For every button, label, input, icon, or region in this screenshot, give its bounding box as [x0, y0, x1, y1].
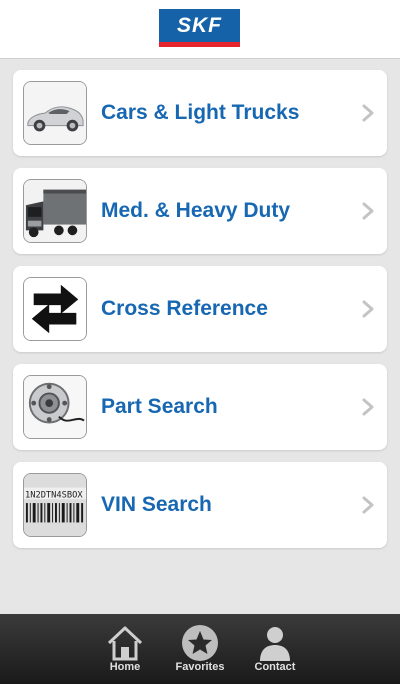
tab-label: Contact — [254, 661, 296, 673]
main-menu: Cars & Light Trucks Med. & Heavy Duty Cr… — [13, 70, 387, 560]
truck-icon — [23, 179, 87, 243]
chevron-right-icon — [362, 202, 374, 220]
menu-item-cars-light-trucks[interactable]: Cars & Light Trucks — [13, 70, 387, 156]
logo-text: SKF — [177, 14, 222, 37]
tab-favorites[interactable]: Favorites — [160, 614, 240, 684]
menu-item-med-heavy-duty[interactable]: Med. & Heavy Duty — [13, 168, 387, 254]
person-icon — [260, 627, 290, 661]
vin-text: 1N2DTN4SBOX — [25, 490, 83, 500]
menu-item-label: VIN Search — [101, 493, 212, 516]
chevron-right-icon — [362, 300, 374, 318]
home-icon — [107, 626, 143, 661]
tab-label: Home — [109, 661, 141, 673]
bottom-tab-bar: Home Favorites Contact — [0, 614, 400, 684]
menu-item-cross-reference[interactable]: Cross Reference — [13, 266, 387, 352]
chevron-right-icon — [362, 104, 374, 122]
chevron-right-icon — [362, 496, 374, 514]
chevron-right-icon — [362, 398, 374, 416]
wheel-hub-icon — [23, 375, 87, 439]
vin-barcode-icon: 1N2DTN4SBOX — [23, 473, 87, 537]
tab-label: Favorites — [175, 661, 225, 673]
star-icon — [182, 625, 218, 661]
tab-home[interactable]: Home — [85, 614, 165, 684]
tab-contact[interactable]: Contact — [235, 614, 315, 684]
menu-item-label: Cross Reference — [101, 297, 268, 320]
menu-item-label: Med. & Heavy Duty — [101, 199, 291, 222]
menu-item-vin-search[interactable]: 1N2DTN4SBOX VIN Search — [13, 462, 387, 548]
menu-item-label: Cars & Light Trucks — [101, 101, 300, 124]
menu-item-part-search[interactable]: Part Search — [13, 364, 387, 450]
car-icon — [23, 81, 87, 145]
app-header: SKF — [0, 0, 400, 59]
menu-item-label: Part Search — [101, 395, 218, 418]
skf-logo: SKF — [159, 9, 240, 47]
swap-arrows-icon — [23, 277, 87, 341]
